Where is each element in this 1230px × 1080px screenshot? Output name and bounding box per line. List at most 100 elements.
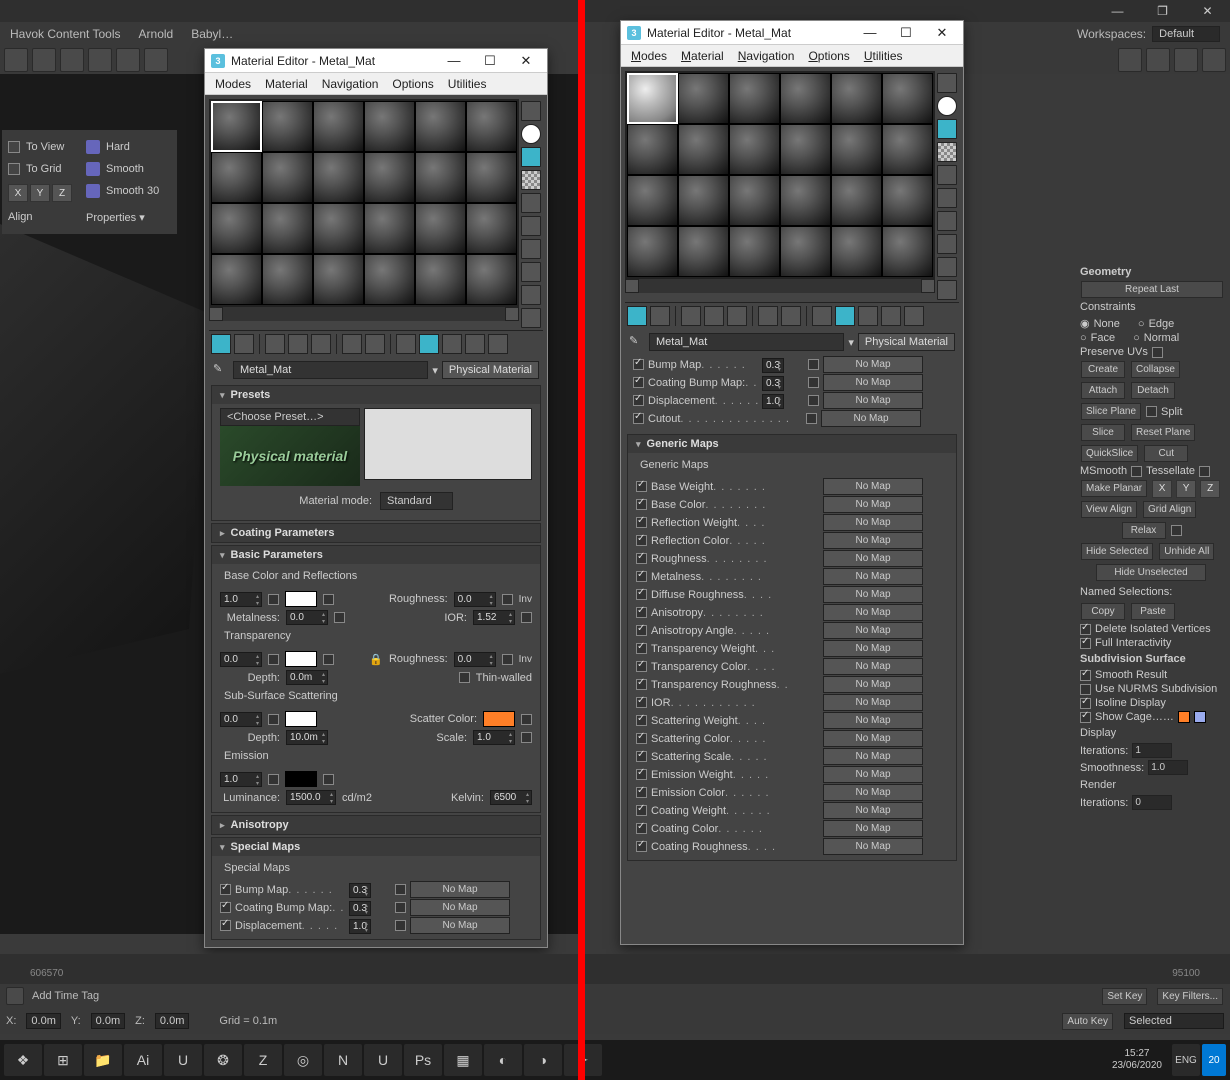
- relax-button[interactable]: Relax: [1122, 522, 1166, 539]
- axis-x-button[interactable]: X: [8, 184, 28, 202]
- menu-babylon[interactable]: Babyl…: [191, 27, 233, 41]
- relax-opt[interactable]: [1171, 525, 1182, 536]
- make-unique-icon[interactable]: [758, 306, 778, 326]
- basic-params-header[interactable]: Basic Parameters: [212, 546, 540, 564]
- make-planar-button[interactable]: Make Planar: [1081, 480, 1147, 497]
- roughness-spinner[interactable]: 0.0: [454, 592, 496, 607]
- checkerboard-icon[interactable]: [521, 170, 541, 190]
- disp-checkbox[interactable]: [220, 920, 231, 931]
- sample-slot[interactable]: [466, 152, 517, 203]
- trough-spinner[interactable]: 0.0: [454, 652, 496, 667]
- map-checkbox[interactable]: [636, 481, 647, 492]
- base-color-swatch[interactable]: [285, 591, 317, 607]
- ior-spinner[interactable]: 1.52: [473, 610, 515, 625]
- bump-map-check[interactable]: [808, 359, 819, 370]
- map-button[interactable]: No Map: [823, 622, 923, 639]
- menu-utilities[interactable]: Utilities: [448, 77, 487, 91]
- go-forward-icon[interactable]: [488, 334, 508, 354]
- scatter-map-check[interactable]: [521, 714, 532, 725]
- planar-z[interactable]: Z: [1200, 480, 1220, 498]
- sample-slot[interactable]: [415, 254, 466, 305]
- sample-slot[interactable]: [831, 124, 882, 175]
- sample-slot[interactable]: [211, 254, 262, 305]
- map-checkbox[interactable]: [636, 535, 647, 546]
- key-filters-button[interactable]: Key Filters...: [1157, 988, 1223, 1005]
- sample-type-icon[interactable]: [521, 101, 541, 121]
- taskbar-icon[interactable]: Ai: [124, 1044, 162, 1076]
- metalness-spinner[interactable]: 0.0: [286, 610, 328, 625]
- add-time-icon[interactable]: [6, 987, 24, 1005]
- create-button[interactable]: Create: [1081, 361, 1125, 378]
- z-field[interactable]: 0.0m: [155, 1013, 189, 1029]
- detach-button[interactable]: Detach: [1131, 382, 1175, 399]
- base-weight-spinner[interactable]: 1.0: [220, 592, 262, 607]
- cbump-map-check[interactable]: [395, 902, 406, 913]
- map-checkbox[interactable]: [636, 715, 647, 726]
- map-checkbox[interactable]: [636, 787, 647, 798]
- map-button[interactable]: No Map: [823, 496, 923, 513]
- collapse-button[interactable]: Collapse: [1131, 361, 1180, 378]
- sample-slot[interactable]: [364, 254, 415, 305]
- timeline[interactable]: 60 65 70 95 100: [0, 954, 1230, 984]
- sample-slot[interactable]: [678, 73, 729, 124]
- msmooth-label[interactable]: MSmooth: [1080, 465, 1127, 477]
- map-button[interactable]: No Map: [823, 514, 923, 531]
- taskbar-icon[interactable]: ◎: [284, 1044, 322, 1076]
- taskbar-icon[interactable]: ◐: [484, 1044, 522, 1076]
- material-name-field[interactable]: Metal_Mat: [649, 333, 844, 351]
- map-checkbox[interactable]: [636, 553, 647, 564]
- quickslice-button[interactable]: QuickSlice: [1081, 445, 1138, 462]
- set-key-button[interactable]: Set Key: [1102, 988, 1147, 1005]
- put-to-lib-icon[interactable]: [781, 306, 801, 326]
- tray-lang[interactable]: ENG: [1172, 1044, 1200, 1076]
- go-parent-icon[interactable]: [465, 334, 485, 354]
- tool-icon[interactable]: [60, 48, 84, 72]
- sample-uv-icon[interactable]: [937, 165, 957, 185]
- scale-spinner[interactable]: 1.0: [473, 730, 515, 745]
- map-button[interactable]: No Map: [823, 730, 923, 747]
- put-to-scene-icon[interactable]: [650, 306, 670, 326]
- material-mode-select[interactable]: Standard: [380, 492, 453, 510]
- taskbar-icon[interactable]: N: [324, 1044, 362, 1076]
- sample-slot[interactable]: [364, 152, 415, 203]
- disp-spinner[interactable]: 1.0: [762, 394, 784, 409]
- roughness-map-check[interactable]: [502, 594, 513, 605]
- unhide-all-button[interactable]: Unhide All: [1159, 543, 1214, 560]
- sample-slot[interactable]: [627, 226, 678, 277]
- assign-icon[interactable]: [265, 334, 285, 354]
- map-checkbox[interactable]: [636, 769, 647, 780]
- iterations-spinner[interactable]: 1: [1132, 743, 1172, 758]
- depth-spinner[interactable]: 0.0m: [286, 670, 328, 685]
- map-button[interactable]: No Map: [823, 640, 923, 657]
- sample-slot[interactable]: [313, 203, 364, 254]
- tool-icon[interactable]: [1146, 48, 1170, 72]
- hide-unselected-button[interactable]: Hide Unselected: [1096, 564, 1206, 581]
- show-cage-checkbox[interactable]: [1080, 712, 1091, 723]
- map-button[interactable]: No Map: [823, 820, 923, 837]
- isoline-checkbox[interactable]: [1080, 698, 1091, 709]
- tool-icon[interactable]: [1202, 48, 1226, 72]
- menu-navigation[interactable]: Navigation: [738, 49, 795, 63]
- msmooth-opt[interactable]: [1131, 466, 1142, 477]
- em-color-map-check[interactable]: [323, 774, 334, 785]
- sample-slot[interactable]: [627, 124, 678, 175]
- sample-slot[interactable]: [729, 73, 780, 124]
- slice-button[interactable]: Slice: [1081, 424, 1125, 441]
- name-dropdown[interactable]: ▾: [848, 336, 854, 349]
- hard-label[interactable]: Hard: [106, 141, 130, 153]
- sample-slot[interactable]: [627, 175, 678, 226]
- taskbar-icon[interactable]: ◑: [524, 1044, 562, 1076]
- constraint-none[interactable]: None: [1094, 318, 1120, 330]
- full-int-checkbox[interactable]: [1080, 638, 1091, 649]
- coating-header[interactable]: Coating Parameters: [212, 524, 540, 542]
- taskbar-icon[interactable]: U: [364, 1044, 402, 1076]
- scatter-color-swatch[interactable]: [483, 711, 515, 727]
- menu-utilities[interactable]: Utilities: [864, 49, 903, 63]
- map-checkbox[interactable]: [636, 733, 647, 744]
- render-iterations-spinner[interactable]: 0: [1132, 795, 1172, 810]
- sample-slot[interactable]: [415, 203, 466, 254]
- hide-selected-button[interactable]: Hide Selected: [1081, 543, 1153, 560]
- sample-slot[interactable]: [729, 124, 780, 175]
- map-checkbox[interactable]: [636, 823, 647, 834]
- trough-map-check[interactable]: [502, 654, 513, 665]
